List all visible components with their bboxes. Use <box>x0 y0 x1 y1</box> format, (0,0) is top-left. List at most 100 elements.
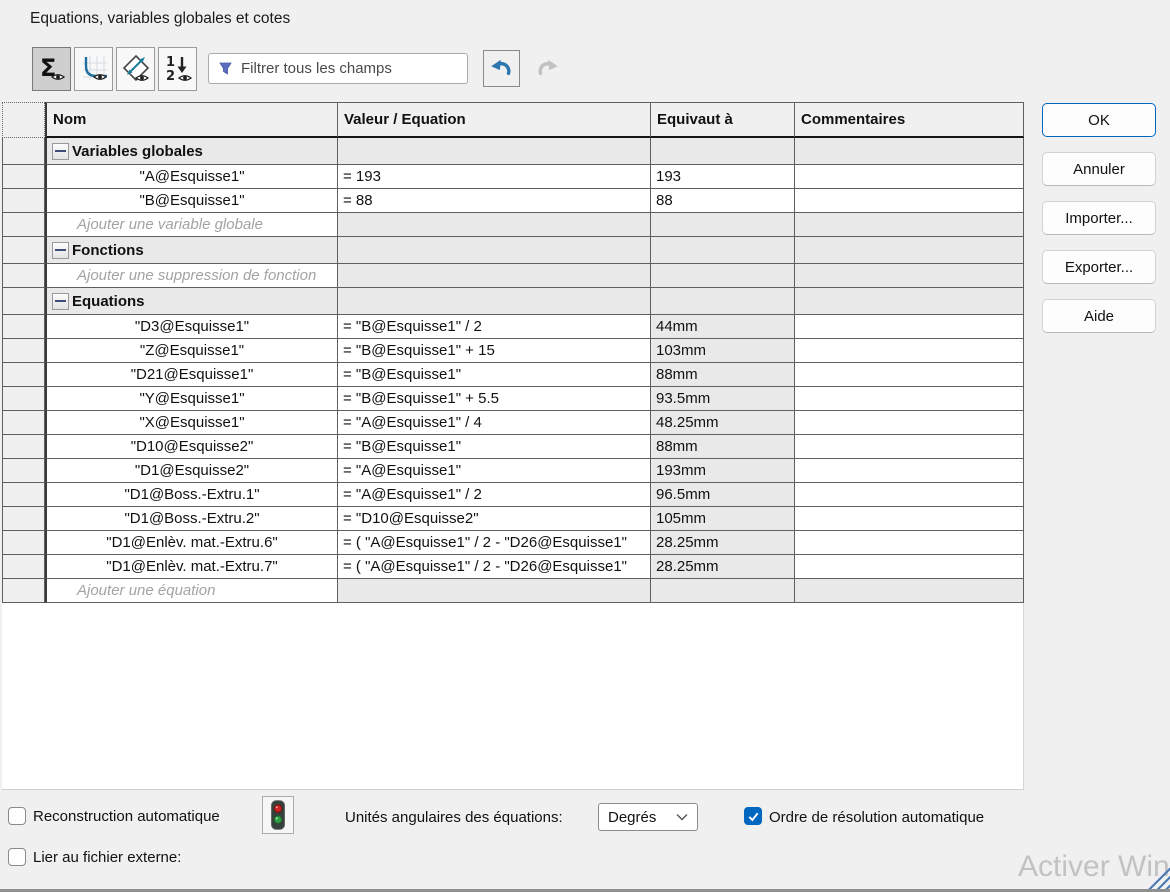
collapse-minus-icon[interactable] <box>52 143 69 160</box>
value-cell[interactable]: = "A@Esquisse1" / 2 <box>338 483 651 507</box>
redo-button <box>528 50 565 87</box>
comment-cell[interactable] <box>795 315 1024 339</box>
equals-cell[interactable]: 88 <box>651 189 795 213</box>
comment-cell[interactable] <box>795 435 1024 459</box>
row-selector-cell[interactable] <box>2 315 45 339</box>
table-row: "D3@Esquisse1"= "B@Esquisse1" / 244mm <box>2 315 1023 339</box>
name-cell[interactable]: "D21@Esquisse1" <box>45 363 338 387</box>
column-header-eq: Equivaut à <box>651 102 795 138</box>
name-cell[interactable]: "D1@Boss.-Extru.1" <box>45 483 338 507</box>
name-cell[interactable]: "D1@Boss.-Extru.2" <box>45 507 338 531</box>
comment-cell[interactable] <box>795 507 1024 531</box>
value-cell[interactable]: = ( "A@Esquisse1" / 2 - "D26@Esquisse1" <box>338 555 651 579</box>
equals-cell <box>651 579 795 603</box>
name-cell[interactable]: "Z@Esquisse1" <box>45 339 338 363</box>
toolbar-dimension-view-button[interactable] <box>116 47 155 91</box>
auto-order-checkbox[interactable] <box>744 807 762 825</box>
name-cell[interactable]: "Y@Esquisse1" <box>45 387 338 411</box>
value-cell[interactable]: = 193 <box>338 165 651 189</box>
toolbar-ordered-view-button[interactable]: 12 <box>158 47 197 91</box>
comment-cell[interactable] <box>795 411 1024 435</box>
placeholder-row: Ajouter une suppression de fonction <box>2 264 1023 288</box>
filter-input[interactable]: Filtrer tous les champs <box>208 53 468 84</box>
comment-cell[interactable] <box>795 531 1024 555</box>
ok-button[interactable]: OK <box>1042 103 1156 137</box>
table-row: "D1@Boss.-Extru.2"= "D10@Esquisse2"105mm <box>2 507 1023 531</box>
gutter-header-cell <box>2 102 45 138</box>
equals-cell[interactable]: 193 <box>651 165 795 189</box>
value-cell <box>338 138 651 165</box>
side-button-column: OK Annuler Importer... Exporter... Aide <box>1042 103 1156 348</box>
add-entry-cell[interactable]: Ajouter une suppression de fonction <box>45 264 338 288</box>
auto-rebuild-checkbox[interactable] <box>8 807 26 825</box>
comment-cell[interactable] <box>795 387 1024 411</box>
annuler-button[interactable]: Annuler <box>1042 152 1156 186</box>
collapse-minus-icon[interactable] <box>52 242 69 259</box>
row-selector-cell[interactable] <box>2 411 45 435</box>
name-cell[interactable]: "D1@Enlèv. mat.-Extru.6" <box>45 531 338 555</box>
comment-cell[interactable] <box>795 483 1024 507</box>
value-cell[interactable]: = "B@Esquisse1" <box>338 363 651 387</box>
value-cell[interactable]: = 88 <box>338 189 651 213</box>
comment-cell[interactable] <box>795 555 1024 579</box>
name-cell[interactable]: "A@Esquisse1" <box>45 165 338 189</box>
row-selector-cell[interactable] <box>2 459 45 483</box>
link-external-checkbox[interactable] <box>8 848 26 866</box>
comment-cell <box>795 213 1024 237</box>
undo-button[interactable] <box>483 50 520 87</box>
row-selector-cell[interactable] <box>2 237 45 264</box>
row-selector-cell[interactable] <box>2 483 45 507</box>
comment-cell[interactable] <box>795 363 1024 387</box>
value-cell[interactable]: = "B@Esquisse1" + 5.5 <box>338 387 651 411</box>
name-cell[interactable]: "D10@Esquisse2" <box>45 435 338 459</box>
equations-dialog: { "dialog": { "title": "Equations, varia… <box>0 0 1170 892</box>
row-selector-cell[interactable] <box>2 555 45 579</box>
row-selector-cell[interactable] <box>2 189 45 213</box>
value-cell[interactable]: = "B@Esquisse1" / 2 <box>338 315 651 339</box>
add-entry-cell[interactable]: Ajouter une variable globale <box>45 213 338 237</box>
name-cell[interactable]: "X@Esquisse1" <box>45 411 338 435</box>
row-selector-cell[interactable] <box>2 387 45 411</box>
name-cell[interactable]: "B@Esquisse1" <box>45 189 338 213</box>
row-selector-cell[interactable] <box>2 213 45 237</box>
add-entry-cell[interactable]: Ajouter une équation <box>45 579 338 603</box>
angular-units-label: Unités angulaires des équations: <box>345 809 563 826</box>
collapse-minus-icon[interactable] <box>52 293 69 310</box>
toolbar-sketch-view-button[interactable] <box>74 47 113 91</box>
name-cell[interactable]: "D1@Enlèv. mat.-Extru.7" <box>45 555 338 579</box>
row-selector-cell[interactable] <box>2 138 45 165</box>
row-selector-cell[interactable] <box>2 339 45 363</box>
comment-cell[interactable] <box>795 339 1024 363</box>
row-selector-cell[interactable] <box>2 363 45 387</box>
exporter-button[interactable]: Exporter... <box>1042 250 1156 284</box>
rebuild-status-button[interactable] <box>262 796 294 834</box>
row-selector-cell[interactable] <box>2 288 45 315</box>
row-selector-cell[interactable] <box>2 579 45 603</box>
comment-cell[interactable] <box>795 165 1024 189</box>
comment-cell[interactable] <box>795 189 1024 213</box>
aide-button[interactable]: Aide <box>1042 299 1156 333</box>
row-selector-cell[interactable] <box>2 531 45 555</box>
redo-icon <box>534 56 560 82</box>
row-selector-cell[interactable] <box>2 264 45 288</box>
toolbar-equation-view-button[interactable]: Σ <box>32 47 71 91</box>
value-cell[interactable]: = "A@Esquisse1" / 4 <box>338 411 651 435</box>
value-cell[interactable]: = ( "A@Esquisse1" / 2 - "D26@Esquisse1" <box>338 531 651 555</box>
value-cell[interactable]: = "D10@Esquisse2" <box>338 507 651 531</box>
name-cell[interactable]: "D1@Esquisse2" <box>45 459 338 483</box>
importer-button[interactable]: Importer... <box>1042 201 1156 235</box>
name-cell[interactable]: "D3@Esquisse1" <box>45 315 338 339</box>
angular-units-select[interactable]: Degrés <box>598 803 698 831</box>
value-cell[interactable]: = "A@Esquisse1" <box>338 459 651 483</box>
column-header-nom: Nom <box>45 102 338 138</box>
row-selector-cell[interactable] <box>2 165 45 189</box>
traffic-light-icon <box>266 799 290 831</box>
value-cell[interactable]: = "B@Esquisse1" + 15 <box>338 339 651 363</box>
group-name-cell[interactable]: Variables globales <box>45 138 338 165</box>
row-selector-cell[interactable] <box>2 435 45 459</box>
group-name-cell[interactable]: Fonctions <box>45 237 338 264</box>
row-selector-cell[interactable] <box>2 507 45 531</box>
group-name-cell[interactable]: Equations <box>45 288 338 315</box>
value-cell[interactable]: = "B@Esquisse1" <box>338 435 651 459</box>
comment-cell[interactable] <box>795 459 1024 483</box>
